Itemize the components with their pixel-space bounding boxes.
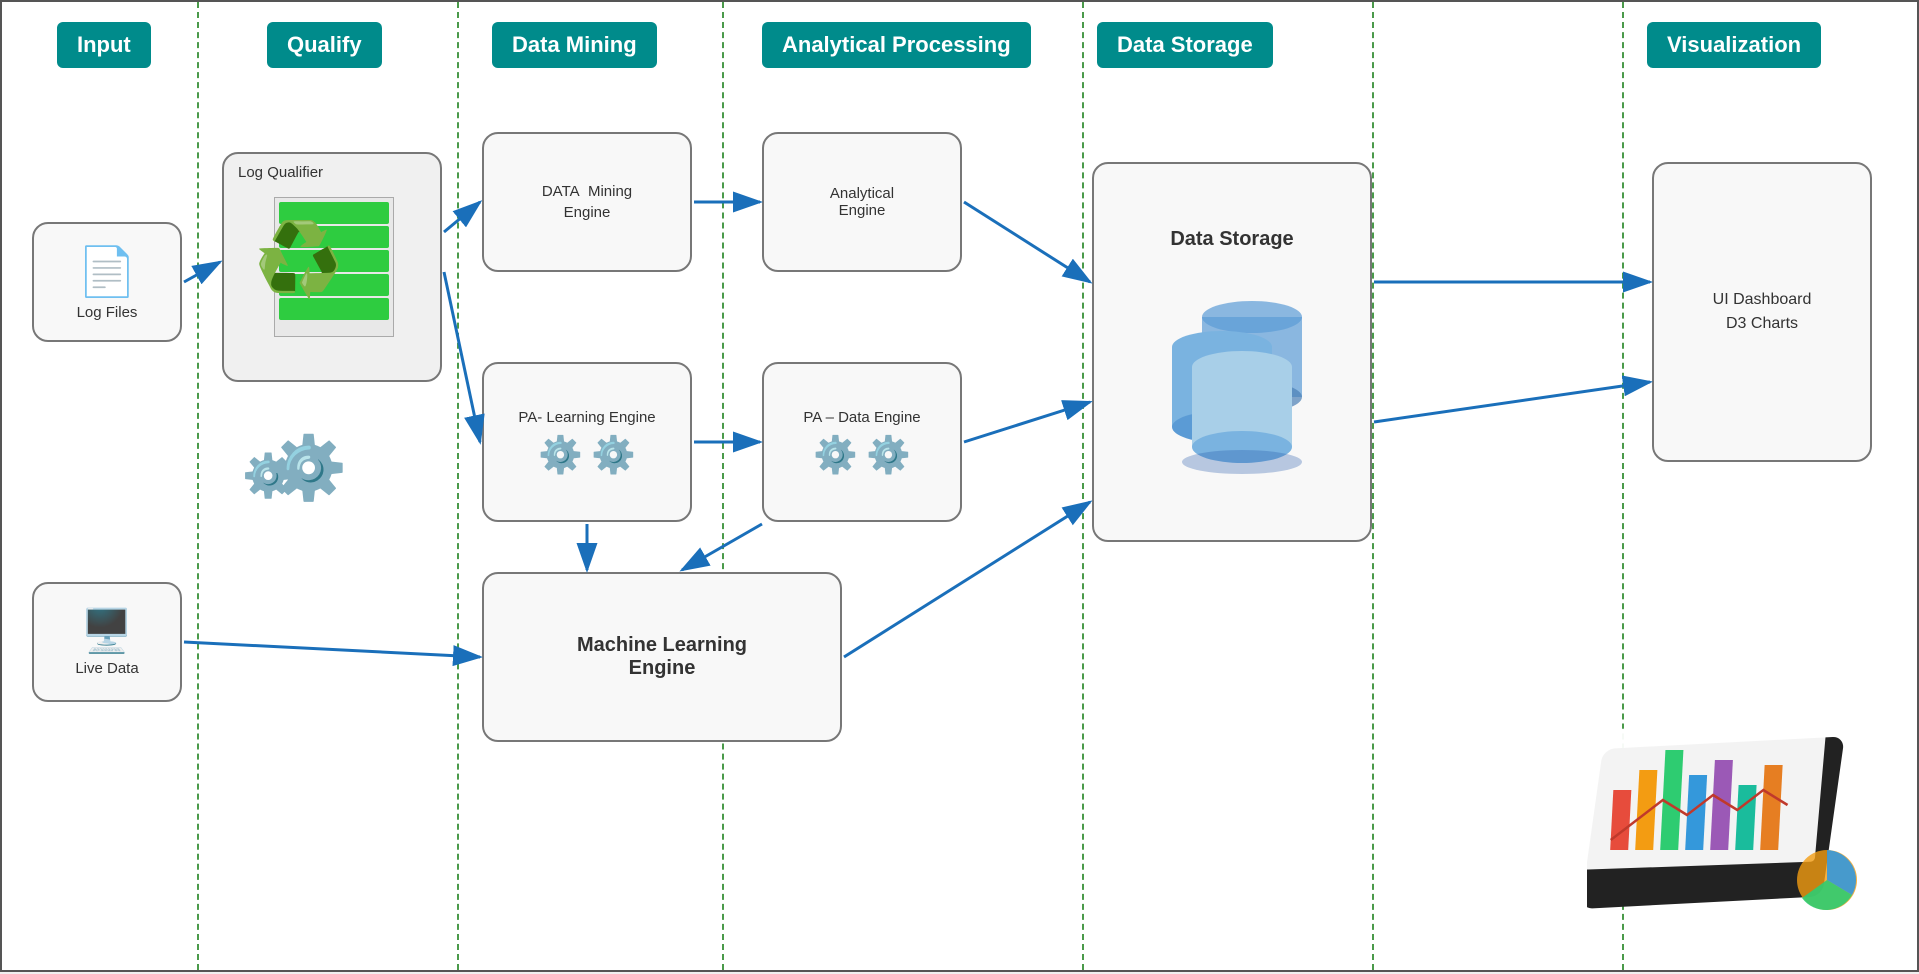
monitor-icon: 🖥️ (81, 607, 133, 656)
ui-dashboard-label: UI DashboardD3 Charts (1713, 288, 1812, 336)
data-mining-engine-label: DATA MiningEngine (542, 181, 632, 223)
machine-learning-label: Machine LearningEngine (577, 634, 747, 680)
vline-3 (722, 2, 724, 970)
vline-2 (457, 2, 459, 970)
pa-learning-label: PA- Learning Engine (518, 409, 655, 426)
chart-svg (1587, 720, 1887, 940)
pa-data-engine-box: PA – Data Engine ⚙️ ⚙️ (762, 362, 962, 522)
data-storage-box: Data Storage (1092, 162, 1372, 542)
vline-5 (1372, 2, 1374, 970)
machine-learning-engine-box: Machine LearningEngine (482, 572, 842, 742)
log-files-label: Log Files (77, 304, 138, 321)
pa-data-label: PA – Data Engine (803, 409, 920, 426)
chart-tablet (1587, 720, 1887, 940)
vline-4 (1082, 2, 1084, 970)
header-data-storage: Data Storage (1097, 22, 1273, 68)
analytical-engine-label: AnalyticalEngine (830, 185, 894, 219)
doc-icon: 📄 (77, 243, 137, 300)
gear-pa1-icon: ⚙️ (538, 434, 583, 476)
header-qualify: Qualify (267, 22, 382, 68)
vline-1 (197, 2, 199, 970)
log-qualifier-label: Log Qualifier (238, 164, 323, 181)
analytical-engine-box: AnalyticalEngine (762, 132, 962, 272)
live-data-label: Live Data (75, 660, 138, 677)
live-data-box: 🖥️ Live Data (32, 582, 182, 702)
gear-pad2-icon: ⚙️ (866, 434, 911, 476)
gear-pa2-icon: ⚙️ (591, 434, 636, 476)
log-qualifier-box: Log Qualifier ♻️ (222, 152, 442, 382)
data-mining-engine-box: DATA MiningEngine (482, 132, 692, 272)
gear-pad1-icon: ⚙️ (813, 434, 858, 476)
header-data-mining: Data Mining (492, 22, 657, 68)
header-visualization: Visualization (1647, 22, 1821, 68)
header-input: Input (57, 22, 151, 68)
gear-large-icon: ⚙️ (270, 432, 347, 505)
data-storage-label: Data Storage (1170, 228, 1293, 251)
header-analytical: Analytical Processing (762, 22, 1031, 68)
diagram-container: Input Qualify Data Mining Analytical Pro… (0, 0, 1919, 972)
log-files-box: 📄 Log Files (32, 222, 182, 342)
ui-dashboard-box: UI DashboardD3 Charts (1652, 162, 1872, 462)
pa-learning-engine-box: PA- Learning Engine ⚙️ ⚙️ (482, 362, 692, 522)
database-cylinders-svg (1132, 267, 1332, 477)
